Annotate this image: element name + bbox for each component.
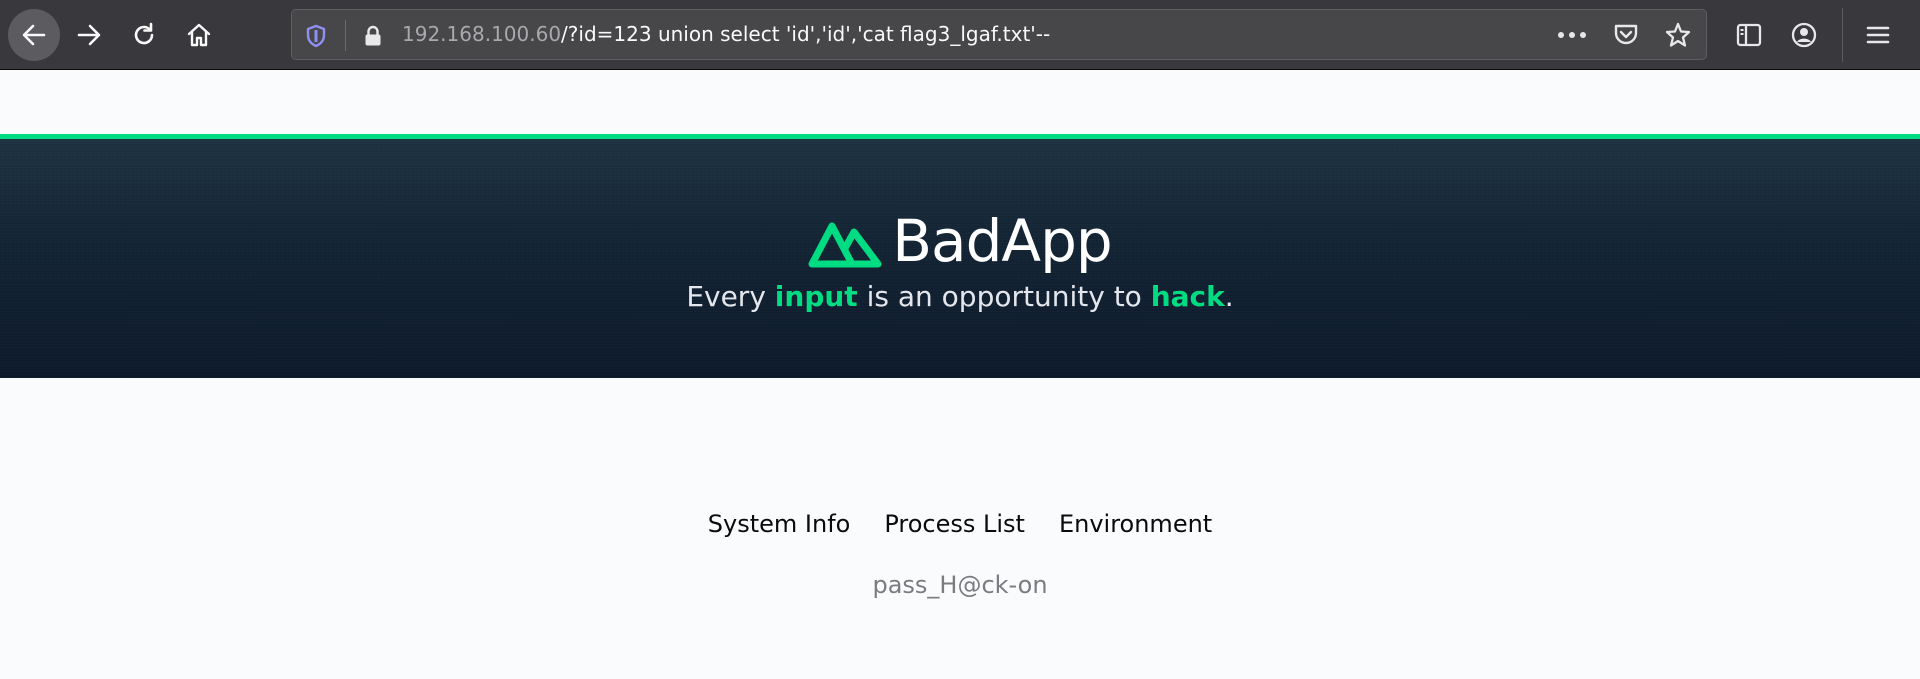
nav-link-process-list[interactable]: Process List <box>884 507 1025 541</box>
page-actions-button[interactable] <box>1556 20 1588 50</box>
url-separator <box>345 20 346 51</box>
home-icon <box>187 23 211 47</box>
nav-link-environment[interactable]: Environment <box>1059 507 1212 541</box>
url-path: /?id=123 union select 'id','id','cat fla… <box>561 22 1051 46</box>
query-result-text: pass_H@ck-on <box>872 571 1048 599</box>
brand: BadApp <box>0 206 1920 276</box>
hamburger-menu-icon <box>1866 26 1890 44</box>
nav-link-system-info[interactable]: System Info <box>708 507 851 541</box>
pocket-icon <box>1614 24 1638 45</box>
mountain-logo-icon <box>808 222 882 268</box>
hero-banner: BadApp Every input is an opportunity to … <box>0 134 1920 378</box>
sidebar-icon <box>1736 23 1762 47</box>
back-button[interactable] <box>8 9 60 61</box>
star-icon <box>1665 22 1691 47</box>
tagline-highlight-input: input <box>774 280 858 313</box>
brand-name: BadApp <box>892 207 1112 275</box>
tagline-part1: Every <box>686 280 775 313</box>
url-host: 192.168.100.60 <box>402 22 562 46</box>
account-button[interactable] <box>1786 17 1822 53</box>
arrow-right-icon <box>77 24 101 46</box>
tracking-protection-button[interactable] <box>302 22 330 50</box>
forward-button[interactable] <box>63 9 115 61</box>
toolbar-divider <box>1842 8 1843 62</box>
page-content: BadApp Every input is an opportunity to … <box>0 71 1920 679</box>
url-bar[interactable]: 192.168.100.60/?id=123 union select 'id'… <box>291 9 1707 60</box>
arrow-left-icon <box>22 24 46 46</box>
reload-icon <box>134 22 154 45</box>
sidebar-button[interactable] <box>1731 17 1767 53</box>
lock-icon <box>365 25 381 46</box>
browser-toolbar: 192.168.100.60/?id=123 union select 'id'… <box>0 0 1920 70</box>
ellipsis-icon <box>1558 32 1586 38</box>
page-nav: System Info Process List Environment <box>0 507 1920 541</box>
tagline-part3: . <box>1224 280 1234 313</box>
home-button[interactable] <box>173 9 225 61</box>
save-to-pocket-button[interactable] <box>1610 20 1642 50</box>
shield-icon <box>306 24 326 48</box>
bookmark-button[interactable] <box>1662 20 1694 50</box>
account-icon <box>1791 22 1817 48</box>
menu-button[interactable] <box>1860 17 1896 53</box>
site-info-button[interactable] <box>359 22 387 50</box>
url-text[interactable]: 192.168.100.60/?id=123 union select 'id'… <box>402 10 1050 59</box>
reload-button[interactable] <box>118 9 170 61</box>
tagline-part2: is an opportunity to <box>857 280 1151 313</box>
tagline: Every input is an opportunity to hack. <box>0 277 1920 317</box>
tagline-highlight-hack: hack <box>1150 280 1225 313</box>
